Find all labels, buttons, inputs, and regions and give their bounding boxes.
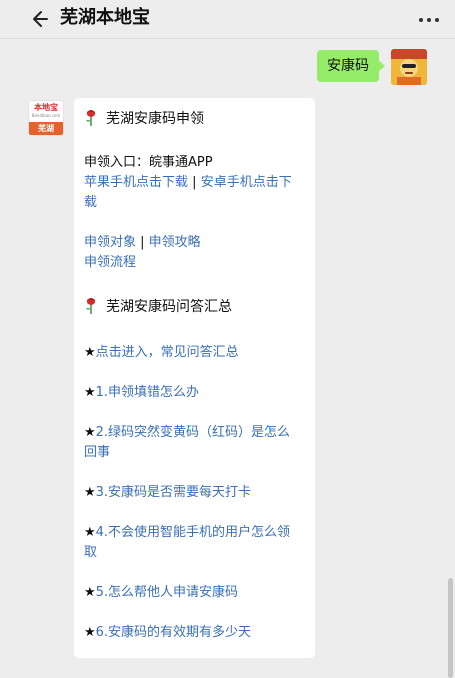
star-icon: ★ — [84, 525, 96, 540]
qa-link-2-cont[interactable]: 回事 — [84, 445, 110, 460]
qa-link-3[interactable]: 3.安康码是否需要每天打卡 — [96, 485, 251, 500]
apply-divider: | — [136, 235, 149, 250]
qa-link-5[interactable]: 5.怎么帮他人申请安康码 — [96, 585, 238, 600]
qa-item-4-cont: 取 — [84, 543, 312, 563]
avatar-city: 芜湖 — [29, 122, 63, 135]
section-title-qa-text: 芜湖安康码问答汇总 — [106, 299, 232, 315]
qa-item-4: ★4.不会使用智能手机的用户怎么领 — [84, 523, 312, 543]
qa-link-4-cont[interactable]: 取 — [84, 545, 97, 560]
star-icon: ★ — [84, 385, 96, 400]
apply-flow-link[interactable]: 申领流程 — [84, 255, 136, 270]
avatar-image — [391, 49, 427, 85]
top-bar: 芜湖本地宝 — [0, 0, 455, 39]
rose-icon — [86, 110, 96, 126]
back-arrow-icon[interactable] — [30, 8, 52, 30]
qa-link-2[interactable]: 2.绿码突然变黄码（红码）是怎么 — [96, 425, 290, 440]
star-icon: ★ — [84, 425, 96, 440]
android-download-link-cont[interactable]: 载 — [84, 195, 97, 210]
qa-link-0[interactable]: 点击进入，常见问答汇总 — [96, 345, 239, 360]
qa-link-1[interactable]: 1.申领填错怎么办 — [96, 385, 199, 400]
qa-item-2: ★2.绿码突然变黄码（红码）是怎么 — [84, 423, 312, 443]
android-download-link[interactable]: 安卓手机点击下 — [201, 175, 292, 190]
star-icon: ★ — [84, 485, 96, 500]
bot-message-card: 芜湖安康码申领 申领入口：皖事通APP 苹果手机点击下载 | 安卓手机点击下 载… — [74, 98, 315, 658]
avatar-domain: Bendibao.com — [31, 113, 61, 118]
user-message-row: 安康码 — [0, 49, 455, 86]
qa-item-5: ★5.怎么帮他人申请安康码 — [84, 583, 312, 603]
avatar-brand: 本地宝 — [34, 103, 58, 112]
scrollbar-thumb[interactable] — [448, 578, 453, 678]
download-links-line: 苹果手机点击下载 | 安卓手机点击下 — [84, 173, 312, 193]
section-title-apply: 芜湖安康码申领 — [84, 108, 312, 129]
section-title-qa: 芜湖安康码问答汇总 — [84, 296, 312, 317]
link-divider: | — [192, 175, 197, 190]
rose-icon — [86, 298, 96, 314]
star-icon: ★ — [84, 585, 96, 600]
page-title: 芜湖本地宝 — [60, 7, 150, 28]
more-dots-icon[interactable] — [417, 16, 441, 24]
apply-links-line: 申领对象 | 申领攻略 — [84, 233, 312, 253]
qa-item-1: ★1.申领填错怎么办 — [84, 383, 312, 403]
qa-link-6[interactable]: 6.安康码的有效期有多少天 — [96, 625, 251, 640]
qa-item-0: ★点击进入，常见问答汇总 — [84, 343, 312, 363]
apply-flow-line: 申领流程 — [84, 253, 312, 273]
qa-item-6: ★6.安康码的有效期有多少天 — [84, 623, 312, 643]
bot-avatar[interactable]: 本地宝 Bendibao.com 芜湖 — [28, 100, 64, 136]
android-link-wrap: 载 — [84, 193, 312, 213]
apply-target-link[interactable]: 申领对象 — [84, 235, 136, 250]
qa-link-4[interactable]: 4.不会使用智能手机的用户怎么领 — [96, 525, 290, 540]
user-avatar[interactable] — [391, 49, 427, 85]
star-icon: ★ — [84, 625, 96, 640]
star-icon: ★ — [84, 345, 96, 360]
entry-line: 申领入口：皖事通APP — [84, 155, 213, 170]
qa-item-2-cont: 回事 — [84, 443, 312, 463]
qa-item-3: ★3.安康码是否需要每天打卡 — [84, 483, 312, 503]
apply-guide-link[interactable]: 申领攻略 — [149, 235, 201, 250]
ios-download-link[interactable]: 苹果手机点击下载 — [84, 175, 188, 190]
scrollbar[interactable] — [447, 38, 455, 678]
user-message-bubble[interactable]: 安康码 — [317, 50, 385, 82]
section-title-apply-text: 芜湖安康码申领 — [106, 111, 204, 127]
